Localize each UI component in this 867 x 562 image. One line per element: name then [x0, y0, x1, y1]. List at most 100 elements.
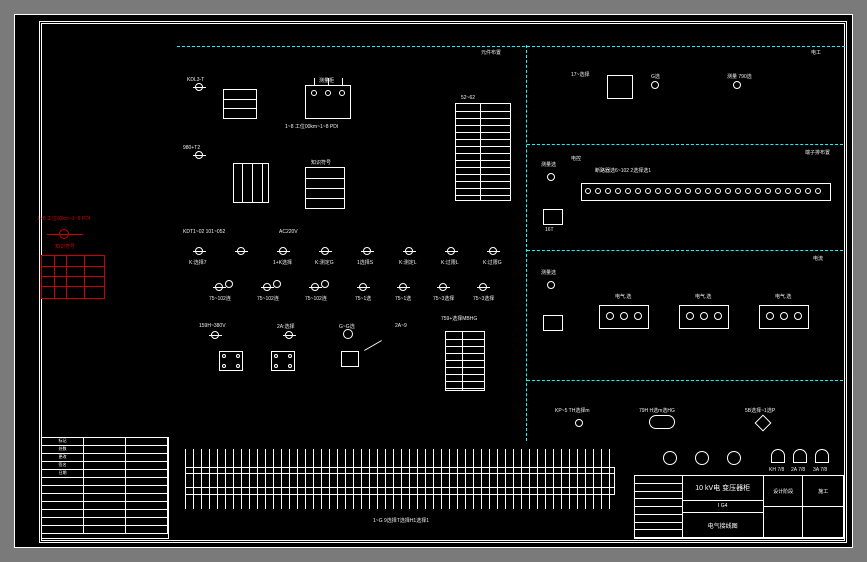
ct-block-2 — [679, 305, 729, 329]
terminal-tick — [297, 449, 298, 509]
relay-2 — [271, 351, 295, 371]
rn5-label: 1选择S — [357, 259, 373, 266]
terminal-tick — [249, 449, 250, 509]
terminal-tick — [409, 449, 410, 509]
title-main: 10 kV电 变压器柜 — [683, 476, 763, 501]
indicator-2 — [695, 451, 709, 465]
terminal-tick — [281, 449, 282, 509]
bn2: 79H H选m选HG — [639, 407, 675, 414]
terminal-tick — [545, 449, 546, 509]
terminal-tick — [401, 449, 402, 509]
bn1: KP~5 TH选择m — [555, 407, 590, 414]
terminal-tick — [201, 449, 202, 509]
breaker-3p — [305, 85, 351, 119]
rn3-label: 1+K选择 — [273, 259, 292, 266]
r2n2-label: 75~102连 — [257, 295, 279, 302]
rn4-label: K:测定G — [315, 259, 334, 266]
bell2-label: 2A 7/8 — [791, 467, 805, 473]
contactor-label: 知识符号 — [311, 159, 331, 166]
rev-h5: 日期 — [42, 470, 84, 477]
terminal-tick — [473, 449, 474, 509]
terminal-tick — [321, 449, 322, 509]
row2-node-7 — [479, 283, 487, 291]
title-block: 10 kV电 变压器柜 I G4 电气接线图 设计阶段 施工 — [634, 475, 844, 539]
proj-label: 设计阶段 — [764, 476, 803, 507]
main-terminal-strip — [185, 449, 615, 509]
row2-node-5 — [399, 283, 407, 291]
terminal-tick — [513, 449, 514, 509]
terminal-tick — [569, 449, 570, 509]
ct-block-1 — [599, 305, 649, 329]
r2-gnd-box — [543, 209, 563, 225]
row2-node-2b — [273, 280, 281, 288]
terminal-tick — [305, 449, 306, 509]
r2n3-label: 75~102连 — [305, 295, 327, 302]
terminal-tick — [537, 449, 538, 509]
r3-bus-node — [547, 281, 555, 289]
rn8-label: K:过限G — [483, 259, 502, 266]
terminal-r2-circles — [581, 183, 831, 201]
row-node-1 — [195, 247, 203, 255]
ct2-label: 电气.选 — [695, 293, 711, 300]
bell3-label: 3A 7/8 — [813, 467, 827, 473]
r2n6-label: 75~3选择 — [433, 295, 454, 302]
terminal-tick — [417, 449, 418, 509]
section-r1 — [527, 45, 843, 145]
terminal-tick — [457, 449, 458, 509]
relay-strip — [445, 331, 485, 391]
terminal-tick — [353, 449, 354, 509]
legend-red-title: 1~8 工位00km~1~8 PDI — [37, 215, 90, 222]
r3-bus-label: 测量选 — [541, 269, 556, 276]
terminal-tick — [377, 449, 378, 509]
r2-bus-label: 测量选 — [541, 161, 556, 168]
relay-1 — [219, 351, 243, 371]
terminal-tick — [433, 449, 434, 509]
r2-term-title: 断路器选6~102 2选择选1 — [595, 167, 651, 174]
node-k1 — [195, 83, 203, 91]
legend-table — [41, 255, 105, 299]
row2-node-3b — [321, 280, 329, 288]
row-node-3 — [279, 247, 287, 255]
terminal-tick — [449, 449, 450, 509]
node-k1-label: KDL3-T — [187, 77, 204, 83]
rev-h2: 处数 — [42, 446, 84, 453]
sw1-label: 159H~380V — [199, 323, 226, 329]
terminal-tick — [273, 449, 274, 509]
breaker-label: 1~8 工位00km~1~8 PDI — [285, 123, 338, 130]
sw-n3-circle — [343, 329, 353, 339]
sw-n1 — [211, 331, 219, 339]
section3-label: 端子排布置 — [805, 149, 830, 156]
knife-label: 2A~9 — [395, 323, 407, 329]
rev-h1: 标记 — [42, 438, 84, 445]
rev-h4: 签名 — [42, 462, 84, 469]
terminal-tick — [393, 449, 394, 509]
cad-canvas[interactable]: 元件布置 电工 端子排布置 电流 1~8 工位00km~1~8 PDI 知识符号… — [14, 14, 853, 548]
terminal-tick — [505, 449, 506, 509]
plc-block — [455, 103, 511, 201]
terminal-tick — [257, 449, 258, 509]
terminal-label: 1~G 9选择T选择H1选择1 — [373, 517, 429, 524]
terminal-tick — [233, 449, 234, 509]
terminal-tick — [345, 449, 346, 509]
row-node-6 — [405, 247, 413, 255]
bell-3 — [815, 449, 829, 463]
sheet-name: 电气接线图 — [683, 513, 763, 538]
terminal-tick — [185, 449, 186, 509]
terminal-tick — [193, 449, 194, 509]
section2-label: 电工 — [811, 49, 821, 56]
title-sub: I G4 — [683, 501, 763, 514]
rn1-label: K:选择7 — [189, 259, 207, 266]
terminal-tick — [529, 449, 530, 509]
row-node-5 — [363, 247, 371, 255]
r2n7-label: 75~3选择 — [473, 295, 494, 302]
terminal-tick — [385, 449, 386, 509]
row2-node-2 — [263, 283, 271, 291]
r2-bus-node — [547, 173, 555, 181]
r1-meas: 测量 790选 — [727, 73, 752, 80]
r1-circ-1 — [651, 81, 659, 89]
sw2-label: 2A:选择 — [277, 323, 295, 330]
terminal-tick — [217, 449, 218, 509]
terminal-tick — [441, 449, 442, 509]
rev-h3: 更改 — [42, 454, 84, 461]
ctrl-range-label: KDT1~02 101~052 — [183, 229, 225, 235]
